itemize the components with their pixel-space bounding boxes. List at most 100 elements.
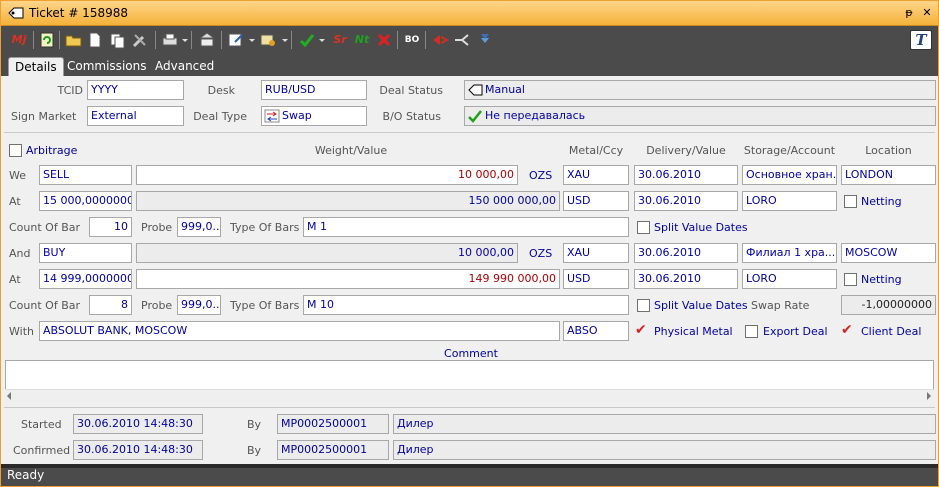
leg2-weight-field[interactable]: 10 000,00: [136, 243, 518, 263]
comment-label: Comment: [444, 347, 498, 360]
leg2-account-field[interactable]: LORO: [742, 269, 837, 289]
print-icon[interactable]: [161, 31, 179, 49]
leg1-type-field[interactable]: M 1: [303, 217, 629, 237]
physical-metal-label: Physical Metal: [654, 325, 733, 338]
tcid-label: TCID: [57, 84, 83, 97]
deal-status-field[interactable]: Manual: [464, 80, 936, 100]
confirm-check-icon[interactable]: [299, 31, 315, 49]
leg2-netting-label: Netting: [861, 273, 902, 286]
refresh-icon[interactable]: [39, 31, 55, 49]
leg2-storage-field[interactable]: Филиал 1 хра...: [742, 243, 837, 263]
started-label: Started: [21, 418, 62, 431]
leg2-metal-field[interactable]: XAU: [563, 243, 629, 263]
split-arrows-icon[interactable]: [453, 31, 471, 49]
nt-button[interactable]: Nt: [353, 31, 371, 49]
started-role-field[interactable]: Дилер: [393, 414, 936, 434]
delivery-value-header: Delivery/Value: [646, 144, 726, 157]
bo-send-button[interactable]: BO: [403, 31, 421, 49]
bank-icon[interactable]: [198, 31, 216, 49]
tools-icon[interactable]: [131, 31, 149, 49]
confirmed-time-field[interactable]: 30.06.2010 14:48:30: [73, 440, 203, 460]
sr-button[interactable]: Sr: [331, 31, 349, 49]
leg1-split-label: Split Value Dates: [654, 221, 748, 234]
leg2-value-field[interactable]: 149 990 000,00: [136, 269, 560, 289]
export-deal-label: Export Deal: [763, 325, 828, 338]
tab-advanced[interactable]: Advanced: [149, 57, 220, 76]
swap-rate-field[interactable]: -1,00000000: [841, 295, 936, 315]
copy-icon[interactable]: [109, 31, 125, 49]
close-button[interactable]: ✕: [920, 5, 934, 20]
leg2-split-checkbox[interactable]: [637, 299, 650, 312]
leg1-unit-label: OZS: [529, 169, 553, 182]
status-text: Ready: [7, 468, 45, 482]
leg1-delivery-date[interactable]: 30.06.2010: [634, 165, 738, 185]
leg1-split-checkbox[interactable]: [637, 221, 650, 234]
leg2-netting-checkbox[interactable]: [844, 273, 857, 286]
mj-button[interactable]: Mj: [9, 31, 29, 49]
location-header: Location: [865, 144, 912, 157]
confirmed-by-label: By: [247, 444, 262, 457]
with-label: With: [9, 325, 34, 338]
tab-commissions[interactable]: Commissions: [61, 57, 152, 76]
red-swap-icon[interactable]: [431, 31, 449, 49]
started-time-field[interactable]: 30.06.2010 14:48:30: [73, 414, 203, 434]
t-logo-button[interactable]: T: [910, 30, 932, 50]
tab-details[interactable]: Details: [8, 57, 64, 76]
open-folder-icon[interactable]: [65, 31, 83, 49]
leg1-value-field[interactable]: 150 000 000,00: [136, 191, 560, 211]
swap-rate-label: Swap Rate: [751, 299, 810, 312]
title-bar: Ticket # 158988 ᵽ ✕: [1, 1, 938, 26]
leg1-weight-field[interactable]: 10 000,00: [136, 165, 518, 185]
down-blue-icon[interactable]: [477, 31, 493, 49]
and-label: And: [9, 247, 31, 260]
leg1-price-field[interactable]: 15 000,00000000: [39, 191, 132, 211]
scroll-left-icon[interactable]: [7, 392, 11, 400]
leg2-ccy-field[interactable]: USD: [563, 269, 629, 289]
cancel-x-icon[interactable]: [376, 31, 392, 49]
leg1-probe-field[interactable]: 999,0...: [177, 217, 221, 237]
leg1-probe-label: Probe: [141, 221, 173, 234]
leg2-side-field[interactable]: BUY: [39, 243, 132, 263]
sign-market-field[interactable]: External: [87, 106, 184, 126]
swap-icon: [264, 109, 280, 123]
desk-field[interactable]: RUB/USD: [261, 80, 367, 100]
scroll-right-icon[interactable]: [927, 392, 931, 400]
leg2-probe-field[interactable]: 999,0...: [177, 295, 221, 315]
counterparty-code-field[interactable]: ABSO: [563, 321, 629, 341]
counterparty-name-field[interactable]: ABSOLUT BANK, MOSCOW: [39, 321, 560, 341]
leg2-count-field[interactable]: 8: [89, 295, 132, 315]
deal-status-label: Deal Status: [379, 84, 443, 97]
leg1-ccy-field[interactable]: USD: [563, 191, 629, 211]
document-icon[interactable]: [87, 31, 103, 49]
leg2-type-field[interactable]: M 10: [303, 295, 629, 315]
leg1-count-field[interactable]: 10: [89, 217, 132, 237]
comment-horizontal-scrollbar[interactable]: [5, 389, 934, 402]
confirmed-by-field[interactable]: MP0002500001: [277, 440, 389, 460]
client-deal-check-icon[interactable]: ✔: [841, 322, 853, 338]
leg2-value-date[interactable]: 30.06.2010: [634, 269, 738, 289]
leg2-delivery-date[interactable]: 30.06.2010: [634, 243, 738, 263]
leg1-metal-field[interactable]: XAU: [563, 165, 629, 185]
physical-metal-check-icon[interactable]: ✔: [635, 322, 647, 338]
client-deal-label: Client Deal: [861, 325, 922, 338]
leg1-side-field[interactable]: SELL: [39, 165, 132, 185]
edit-list-icon[interactable]: [227, 31, 245, 49]
started-by-field[interactable]: MP0002500001: [277, 414, 389, 434]
leg1-netting-checkbox[interactable]: [844, 195, 857, 208]
leg1-location-field[interactable]: LONDON: [841, 165, 936, 185]
leg2-location-field[interactable]: MOSCOW: [841, 243, 936, 263]
ticket-icon: [8, 7, 24, 19]
leg1-value-date[interactable]: 30.06.2010: [634, 191, 738, 211]
confirmed-role-field[interactable]: Дилер: [393, 440, 936, 460]
export-deal-checkbox[interactable]: [745, 325, 758, 338]
bo-status-field[interactable]: Не передавалась: [464, 106, 936, 126]
leg1-account-field[interactable]: LORO: [742, 191, 837, 211]
toolbar: Mj Sr Nt BO T: [1, 26, 938, 54]
leg2-probe-label: Probe: [141, 299, 173, 312]
leg1-storage-field[interactable]: Основное хран...: [742, 165, 837, 185]
leg2-price-field[interactable]: 14 999,00000000: [39, 269, 132, 289]
pin-button[interactable]: ᵽ: [902, 5, 916, 20]
arbitrage-checkbox[interactable]: [9, 144, 22, 157]
note-icon[interactable]: [259, 31, 277, 49]
tcid-field[interactable]: YYYY: [87, 80, 184, 100]
